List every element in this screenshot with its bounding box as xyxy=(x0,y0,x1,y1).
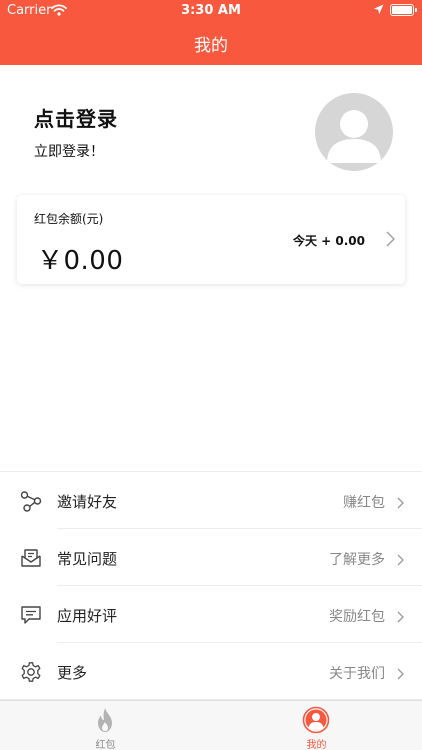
tab-red-packet[interactable]: 红包 xyxy=(0,701,211,750)
menu-item-action: 关于我们 xyxy=(329,666,385,682)
login-subtitle[interactable]: 立即登录！ xyxy=(34,141,104,161)
balance-label: 红包余额(元) xyxy=(34,212,104,226)
avatar[interactable] xyxy=(315,93,393,171)
menu-list: 邀请好友 赚红包 常见问题 了解更多 应用好评 奖励红包 更多 关于我们 xyxy=(0,471,422,700)
mail-icon xyxy=(20,547,42,569)
chevron-right-icon xyxy=(386,231,395,251)
tab-label: 红包 xyxy=(95,740,116,750)
menu-item-faq[interactable]: 常见问题 了解更多 xyxy=(0,529,422,586)
menu-item-label: 应用好评 xyxy=(57,607,118,625)
menu-item-label: 邀请好友 xyxy=(57,493,118,511)
menu-item-rate-app[interactable]: 应用好评 奖励红包 xyxy=(0,586,422,643)
tab-bar: 红包 我的 xyxy=(0,700,422,750)
chevron-right-icon xyxy=(397,551,404,570)
tab-label: 我的 xyxy=(306,740,327,750)
user-icon xyxy=(302,706,330,734)
tab-mine[interactable]: 我的 xyxy=(211,701,422,750)
menu-item-label: 更多 xyxy=(57,664,88,682)
gear-icon xyxy=(20,661,42,683)
today-earnings: 今天 + 0.00 xyxy=(292,234,365,248)
balance-amount: ￥0.00 xyxy=(37,246,124,276)
battery-icon xyxy=(390,4,417,16)
menu-item-more[interactable]: 更多 关于我们 xyxy=(0,643,422,700)
app-header: Carrier 3:30 AM 我的 xyxy=(0,0,422,65)
location-arrow-icon xyxy=(373,4,384,19)
menu-item-action: 奖励红包 xyxy=(329,609,385,625)
page-title: 我的 xyxy=(194,36,228,56)
menu-item-label: 常见问题 xyxy=(57,550,118,568)
login-title[interactable]: 点击登录 xyxy=(34,103,118,132)
chevron-right-icon xyxy=(397,608,404,627)
comment-icon xyxy=(20,604,42,626)
status-bar: Carrier 3:30 AM xyxy=(0,0,422,22)
user-silhouette-icon xyxy=(327,110,381,163)
status-time: 3:30 AM xyxy=(181,3,241,18)
menu-item-action: 赚红包 xyxy=(343,495,385,511)
chevron-right-icon xyxy=(397,494,404,513)
share-icon xyxy=(20,490,42,512)
menu-item-action: 了解更多 xyxy=(329,552,385,568)
flame-icon xyxy=(91,706,119,734)
menu-item-invite-friends[interactable]: 邀请好友 赚红包 xyxy=(0,472,422,529)
balance-card[interactable]: 红包余额(元) ￥0.00 今天 + 0.00 xyxy=(17,195,405,284)
chevron-right-icon xyxy=(397,665,404,684)
